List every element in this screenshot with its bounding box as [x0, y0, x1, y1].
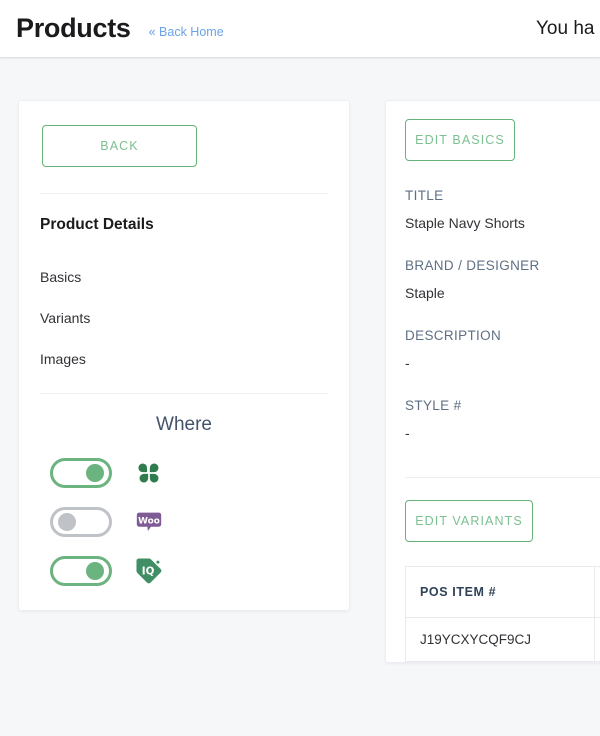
sidebar-item-images[interactable]: Images — [40, 351, 328, 367]
page-title: Products — [16, 13, 131, 43]
svg-text:IQ: IQ — [142, 565, 155, 577]
woocommerce-icon: Woo — [136, 512, 162, 531]
field-style-number: STYLE # - — [405, 398, 600, 441]
field-label: BRAND / DESIGNER — [405, 258, 540, 273]
column-header-ecomm-item: ECOMM ITEM # — [593, 565, 600, 619]
field-label: TITLE — [405, 188, 444, 203]
integration-row-itemiq: IQ — [50, 556, 328, 586]
field-label: DESCRIPTION — [405, 328, 502, 343]
edit-variants-button[interactable]: EDIT VARIANTS — [405, 500, 533, 542]
toggle-woocommerce[interactable] — [50, 507, 112, 537]
field-value: Staple Navy Shorts — [405, 215, 525, 231]
toggle-clover[interactable] — [50, 458, 112, 488]
toggle-knob — [86, 464, 104, 482]
iq-tag-icon: IQ — [136, 558, 162, 584]
product-basics-card: EDIT BASICS TITLE Staple Navy Shorts BRA… — [385, 100, 600, 664]
integration-toggle-list: Woo IQ — [40, 458, 328, 586]
table-head: POS ITEM # ECOMM ITEM # — [405, 565, 600, 619]
product-section-nav: Basics Variants Images — [40, 269, 328, 367]
field-title: TITLE Staple Navy Shorts — [405, 188, 600, 231]
toggle-knob — [58, 513, 76, 531]
table-row[interactable]: J19YCXYCQF9CJ - — [405, 617, 600, 663]
cards-row: BACK Product Details Basics Variants Ima… — [0, 100, 600, 664]
product-details-card: BACK Product Details Basics Variants Ima… — [18, 100, 350, 611]
back-home-link[interactable]: « Back Home — [149, 25, 224, 39]
field-label: STYLE # — [405, 398, 462, 413]
toggle-knob — [86, 562, 104, 580]
divider — [40, 393, 328, 394]
divider — [405, 477, 600, 478]
product-details-title: Product Details — [40, 216, 154, 233]
field-value: - — [405, 425, 410, 441]
edit-basics-button[interactable]: EDIT BASICS — [405, 119, 515, 161]
page-body: BACK Product Details Basics Variants Ima… — [0, 57, 600, 736]
field-description: DESCRIPTION - — [405, 328, 600, 371]
where-heading: Where — [156, 414, 212, 435]
field-brand-designer: BRAND / DESIGNER Staple — [405, 258, 600, 301]
column-header-pos-item: POS ITEM # — [405, 565, 595, 619]
clover-icon — [138, 463, 159, 483]
field-value: - — [405, 355, 410, 371]
variants-table: POS ITEM # ECOMM ITEM # J19YCXYCQF9CJ - — [405, 565, 600, 663]
app-header: Products « Back Home You ha — [0, 0, 600, 57]
field-value: Staple — [405, 285, 445, 301]
svg-text:Woo: Woo — [138, 517, 160, 527]
integration-row-clover — [50, 458, 328, 488]
integration-row-woocommerce: Woo — [50, 507, 328, 537]
sidebar-item-basics[interactable]: Basics — [40, 269, 328, 285]
back-button[interactable]: BACK — [42, 125, 197, 167]
table-header-row: POS ITEM # ECOMM ITEM # — [405, 565, 600, 619]
toggle-itemiq[interactable] — [50, 556, 112, 586]
divider — [40, 193, 328, 194]
table-body: J19YCXYCQF9CJ - — [405, 617, 600, 663]
cell-pos-item: J19YCXYCQF9CJ — [405, 617, 595, 663]
sidebar-item-variants[interactable]: Variants — [40, 310, 328, 326]
header-notice-text: You ha — [536, 17, 595, 39]
cell-ecomm-item: - — [593, 617, 600, 663]
